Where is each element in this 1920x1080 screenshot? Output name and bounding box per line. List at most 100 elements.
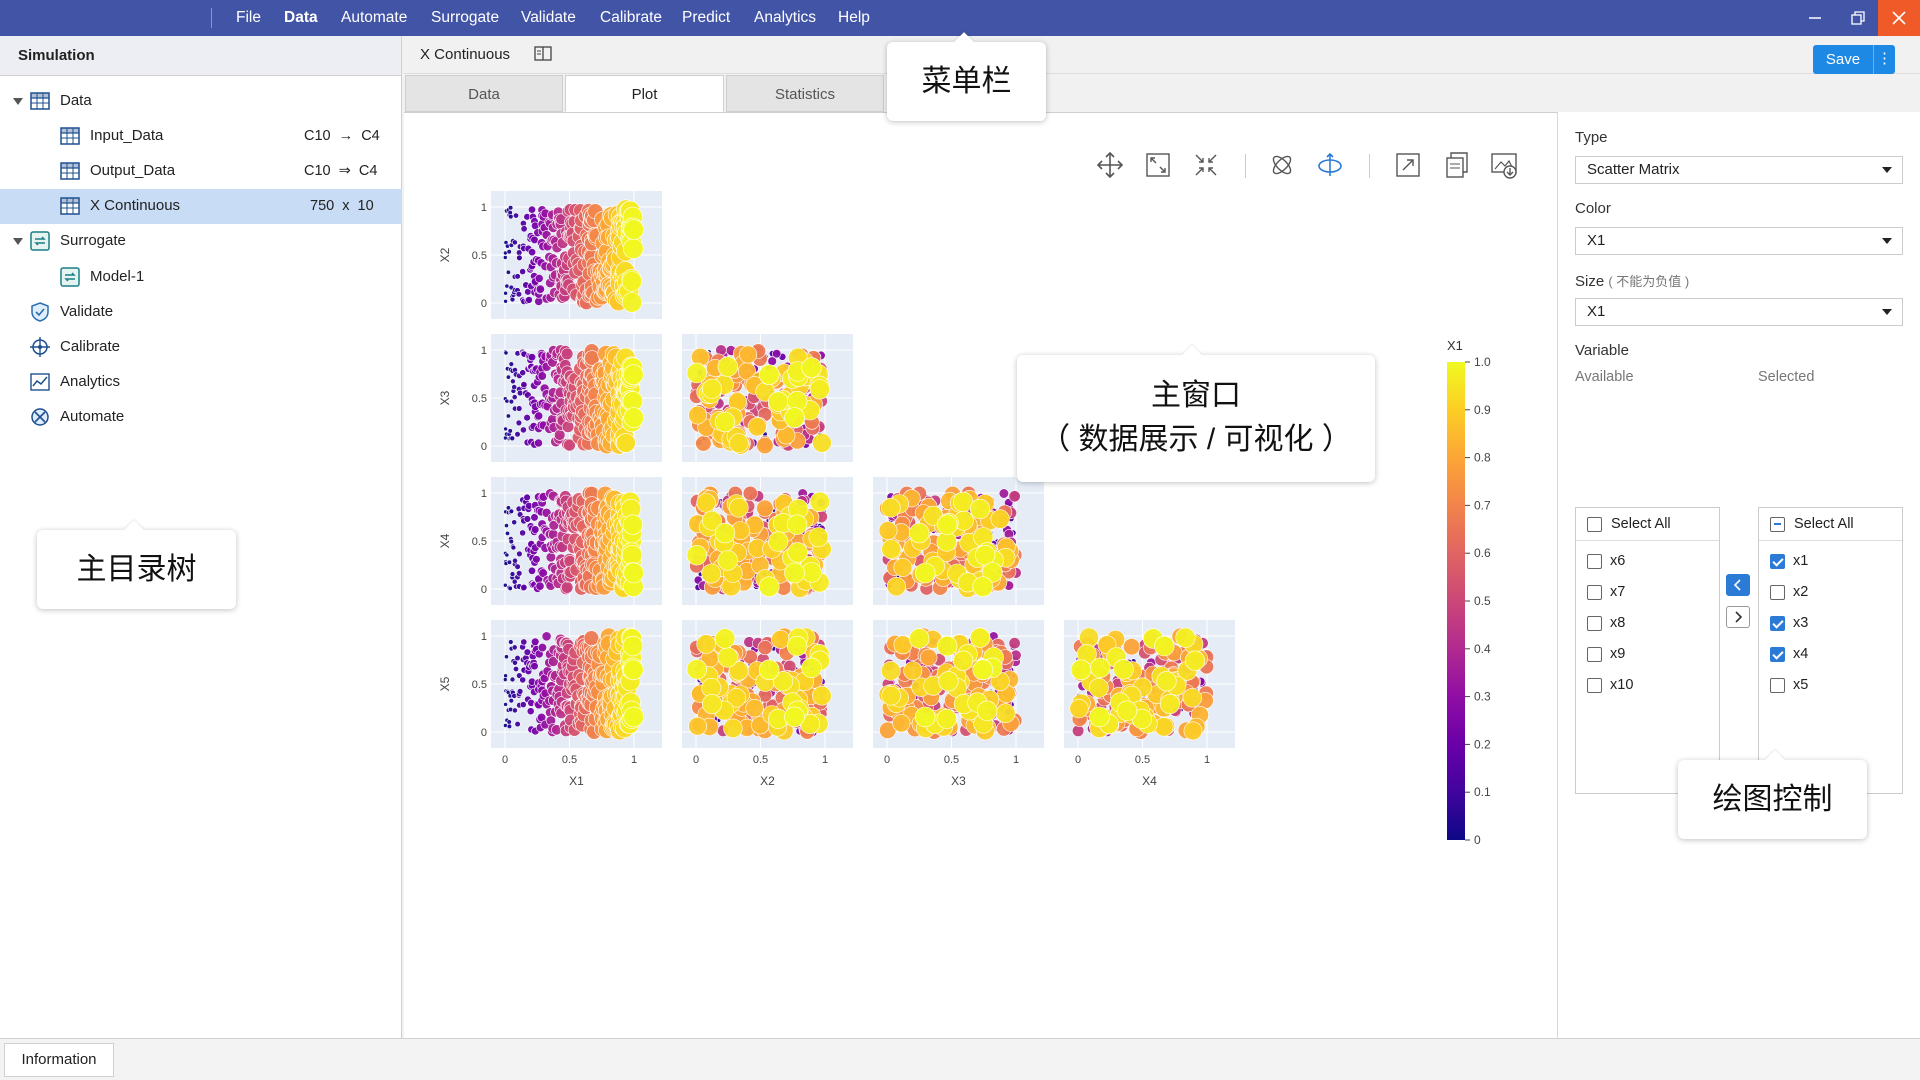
tree-item-analytics[interactable]: Analytics	[0, 365, 402, 400]
chart-icon	[30, 372, 50, 392]
variable-label[interactable]: x2	[1793, 584, 1808, 600]
tree-item-input-data[interactable]: Input_Data C10 → C4	[0, 119, 402, 154]
plot-control-panel: Type Scatter Matrix Color X1 Size ( 不能为负…	[1557, 112, 1920, 1038]
menu-data[interactable]: Data	[284, 0, 318, 36]
scatter-point	[745, 698, 764, 718]
x-axis-label: X1	[569, 774, 584, 788]
select-all-checkbox[interactable]	[1587, 517, 1602, 532]
scatter-point	[768, 531, 789, 552]
colorbar-tick-label: 0	[1474, 833, 1481, 847]
scatter-point	[623, 562, 644, 584]
menu-analytics[interactable]: Analytics	[754, 0, 816, 36]
tree-item-x-continuous[interactable]: X Continuous 750 x 10	[0, 189, 402, 224]
scatter-point	[1182, 688, 1202, 708]
tree-item-calibrate[interactable]: Calibrate	[0, 330, 402, 365]
color-select[interactable]: X1	[1575, 227, 1903, 255]
tab-data[interactable]: Data	[405, 75, 563, 112]
variable-label[interactable]: x3	[1793, 615, 1808, 631]
scatter-point	[728, 497, 749, 518]
variable-label[interactable]: x5	[1793, 677, 1808, 693]
scatter-point	[504, 552, 510, 558]
save-button[interactable]: Save ⋮	[1813, 45, 1895, 74]
variable-label[interactable]: x8	[1610, 615, 1625, 631]
menu-help[interactable]: Help	[838, 0, 870, 36]
variable-checkbox[interactable]	[1770, 554, 1785, 569]
scatter-point	[508, 639, 514, 645]
scatter-point	[892, 714, 911, 733]
scatter-point	[541, 631, 552, 642]
menu-predict[interactable]: Predict	[682, 0, 730, 36]
variable-label[interactable]: x4	[1793, 646, 1808, 662]
minimize-icon[interactable]	[1792, 0, 1838, 36]
variable-label[interactable]: x10	[1610, 677, 1633, 693]
scatter-point	[756, 436, 774, 455]
select-all-label: Select All	[1794, 516, 1854, 532]
scatter-point	[515, 570, 523, 577]
scatter-matrix-plot[interactable]: 0 0.5 1 X2 0 0.5 1 X3 0 0.5 1 X4 0 0.5 1 X1 0 0.5 1 X5 0 0.5 1…	[404, 112, 1557, 1038]
move-right-button[interactable]	[1726, 606, 1750, 628]
variable-checkbox[interactable]	[1770, 647, 1785, 662]
menu-automate[interactable]: Automate	[341, 0, 407, 36]
tab-plot[interactable]: Plot	[565, 75, 724, 112]
scatter-point	[909, 522, 930, 544]
variable-checkbox[interactable]	[1587, 585, 1602, 600]
colorbar-tick-label: 0.7	[1474, 498, 1491, 512]
variable-checkbox[interactable]	[1587, 616, 1602, 631]
menu-file[interactable]: File	[236, 0, 261, 36]
selected-select-all[interactable]: Select All	[1759, 508, 1902, 541]
menu-surrogate[interactable]: Surrogate	[431, 0, 499, 36]
select-all-checkbox[interactable]	[1770, 517, 1785, 532]
tree-item-output-data[interactable]: Output_Data C10 ⇒ C4	[0, 154, 402, 189]
variable-checkbox[interactable]	[1587, 554, 1602, 569]
tree-item-model-1[interactable]: Model-1	[0, 260, 402, 295]
table-icon	[60, 196, 80, 216]
scatter-point	[784, 706, 805, 728]
scatter-point	[701, 693, 722, 714]
variable-checkbox[interactable]	[1770, 678, 1785, 693]
expand-caret-icon[interactable]	[13, 238, 23, 245]
colorbar-tick-label: 0.2	[1474, 737, 1491, 751]
move-left-button[interactable]	[1726, 574, 1750, 596]
variable-label[interactable]: x6	[1610, 553, 1625, 569]
close-icon[interactable]	[1878, 0, 1920, 36]
tab-statistics[interactable]: Statistics	[726, 75, 884, 112]
restore-icon[interactable]	[1835, 0, 1881, 36]
scatter-point	[509, 571, 516, 577]
book-icon[interactable]	[534, 46, 552, 66]
tree-item-label: Model-1	[90, 268, 145, 285]
scatter-point	[1154, 635, 1175, 657]
scatter-point	[952, 650, 974, 671]
y-tick-label: 0.5	[472, 250, 487, 262]
colorbar-tick-label: 0.5	[1474, 594, 1491, 608]
tree-item-data[interactable]: Data	[0, 84, 402, 119]
expand-caret-icon[interactable]	[13, 98, 23, 105]
tree-item-surrogate[interactable]: Surrogate	[0, 224, 402, 259]
variable-checkbox[interactable]	[1587, 647, 1602, 662]
variable-label[interactable]: x1	[1793, 553, 1808, 569]
available-select-all[interactable]: Select All	[1576, 508, 1719, 541]
more-options-icon[interactable]: ⋮	[1873, 45, 1895, 74]
scatter-point	[723, 718, 743, 738]
variable-checkbox[interactable]	[1770, 585, 1785, 600]
tree-item-label: Data	[60, 92, 92, 109]
tab-information[interactable]: Information	[4, 1043, 114, 1077]
colorbar-tick-label: 0.1	[1474, 785, 1491, 799]
variable-checkbox[interactable]	[1587, 678, 1602, 693]
scatter-matrix-svg[interactable]: 0 0.5 1 X2 0 0.5 1 X3 0 0.5 1 X4 0 0.5 1 X1 0 0.5 1 X5 0 0.5 1…	[404, 112, 1557, 1038]
scatter-point	[520, 381, 528, 389]
scatter-point	[974, 545, 996, 566]
scatter-point	[747, 417, 767, 437]
scatter-point	[507, 585, 513, 592]
variable-label[interactable]: x7	[1610, 584, 1625, 600]
tree-item-automate[interactable]: Automate	[0, 400, 402, 435]
size-select[interactable]: X1	[1575, 298, 1903, 326]
variable-label[interactable]: x9	[1610, 646, 1625, 662]
type-select[interactable]: Scatter Matrix	[1575, 156, 1903, 184]
scatter-point	[508, 398, 515, 405]
variable-checkbox[interactable]	[1770, 616, 1785, 631]
menu-validate[interactable]: Validate	[521, 0, 576, 36]
menu-calibrate[interactable]: Calibrate	[600, 0, 662, 36]
scatter-point	[1008, 490, 1021, 503]
shield-check-icon	[30, 302, 50, 322]
tree-item-validate[interactable]: Validate	[0, 295, 402, 330]
